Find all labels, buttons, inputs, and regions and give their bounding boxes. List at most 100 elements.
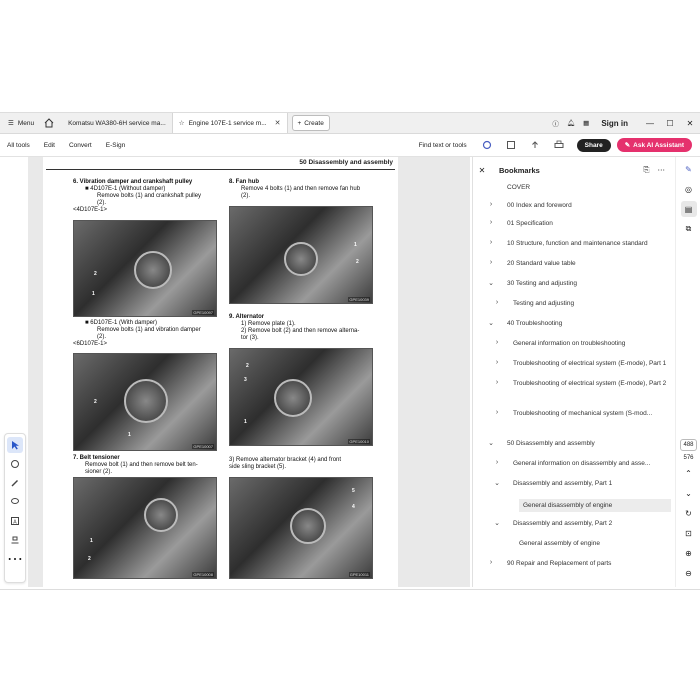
home-icon[interactable] (42, 113, 56, 133)
menu-button[interactable]: ☰ Menu (0, 113, 42, 133)
chevron-up-icon[interactable]: ⌃ (681, 465, 697, 481)
bookmark-label: 50 Disassembly and assembly (507, 440, 595, 447)
bookmark-item[interactable]: › Troubleshooting of mechanical system (S… (473, 409, 671, 418)
find-text-input[interactable]: Find text or tools (419, 142, 475, 149)
comment-icon[interactable] (7, 456, 23, 472)
chevron-right-icon[interactable]: › (486, 219, 496, 226)
chevron-right-icon[interactable]: › (492, 409, 502, 416)
tab-komatsu-manual[interactable]: Komatsu WA380-6H service ma... (62, 113, 173, 133)
close-tab-icon[interactable]: ✕ (275, 119, 281, 127)
toolbar-esign[interactable]: E-Sign (99, 142, 133, 149)
fit-page-icon[interactable]: ⊡ (681, 525, 697, 541)
ask-ai-assistant-button[interactable]: ✎ Ask AI Assistant (616, 138, 692, 152)
text-box-icon[interactable]: A (7, 513, 23, 529)
add-bookmark-icon[interactable]: ⎘ (644, 165, 650, 175)
bookmarks-title: Bookmarks (499, 165, 540, 175)
chevron-down-icon[interactable]: ⌄ (492, 479, 502, 487)
close-panel-icon[interactable]: ✕ (473, 166, 491, 175)
toolbar-convert[interactable]: Convert (62, 142, 99, 149)
sign-in-button[interactable]: Sign in (601, 119, 628, 128)
bookmarks-panel: ✕ Bookmarks ⎘ ⋯ COVER › 00 Index and forew… (472, 157, 675, 587)
print-icon[interactable] (553, 139, 565, 151)
chevron-right-icon[interactable]: › (492, 299, 502, 306)
svg-text:A: A (13, 520, 17, 526)
upload-icon[interactable] (529, 139, 541, 151)
maximize-icon[interactable]: ☐ (660, 119, 680, 128)
chevron-down-icon[interactable]: ⌄ (486, 279, 496, 287)
toolbar-all-tools[interactable]: All tools (0, 142, 37, 149)
bookmark-item[interactable]: ⌄ 30 Testing and adjusting (473, 279, 671, 288)
bookmark-item[interactable]: › Testing and adjusting (473, 299, 671, 308)
chevron-down-icon[interactable]: ⌄ (681, 485, 697, 501)
tab-engine-manual[interactable]: ☆ Engine 107E-1 service m... ✕ (172, 113, 288, 133)
create-button[interactable]: + Create (291, 115, 330, 131)
chevron-down-icon[interactable]: ⌄ (486, 319, 496, 327)
section-6-text-2: (2). (97, 200, 106, 206)
section-6-text-1: Remove bolts (1) and crankshaft pulley (97, 193, 202, 199)
chevron-down-icon[interactable]: ⌄ (492, 519, 502, 527)
chevron-right-icon[interactable]: › (486, 259, 496, 266)
page-number-field[interactable]: 488 (680, 439, 697, 451)
apps-grid-icon[interactable]: ▦ (583, 119, 589, 127)
photo-code: GPE10010 (348, 439, 370, 444)
bookmark-item[interactable]: › General information on disassembly and … (473, 459, 671, 468)
bookmark-item[interactable]: General disassembly of engine (473, 499, 671, 512)
section-6-title: 6. Vibration damper and crankshaft pulle… (73, 179, 193, 185)
bookmark-options-icon[interactable]: ⋯ (658, 165, 666, 175)
lasso-icon[interactable] (7, 494, 23, 510)
pdf-page: 50 Disassembly and assembly 6. Vibration… (43, 157, 398, 587)
section-9-text-2: 2) Remove bolt (2) and then remove alter… (241, 328, 360, 334)
star-icon[interactable]: ☆ (179, 119, 185, 127)
share-button[interactable]: Share (576, 138, 611, 152)
bookmark-item[interactable]: General assembly of engine (473, 539, 671, 548)
document-view[interactable]: 50 Disassembly and assembly 6. Vibration… (28, 157, 470, 587)
chevron-right-icon[interactable]: › (492, 339, 502, 346)
select-cursor-icon[interactable] (7, 437, 23, 453)
ai-assistant-icon: ✎ (624, 142, 631, 149)
chevron-right-icon[interactable]: › (486, 239, 496, 246)
save-icon[interactable] (505, 139, 517, 151)
zoom-out-icon[interactable]: ⊖ (681, 565, 697, 581)
chevron-right-icon[interactable]: › (492, 359, 502, 366)
minimize-icon[interactable]: — (640, 119, 660, 128)
bookmark-item[interactable]: › 00 Index and foreword (473, 201, 671, 210)
section-7-title: 7. Belt tensioner (73, 455, 120, 461)
help-icon[interactable]: ⓘ (552, 118, 559, 128)
zoom-in-icon[interactable]: ⊕ (681, 545, 697, 561)
copy-pages-icon[interactable]: ⧉ (681, 221, 697, 237)
stamp-icon[interactable] (7, 532, 23, 548)
bookmark-label: General disassembly of engine (519, 499, 671, 512)
bookmark-item[interactable]: › Troubleshooting of electrical system (E… (473, 379, 671, 388)
bookmark-label: 10 Structure, function and maintenance s… (507, 240, 648, 247)
ai-tools-icon[interactable] (481, 139, 493, 151)
bookmark-item[interactable]: ⌄ Disassembly and assembly, Part 1 (473, 479, 671, 488)
chevron-right-icon[interactable]: › (486, 201, 496, 208)
chevron-right-icon[interactable]: › (492, 459, 502, 466)
ai-tools-panel-icon[interactable]: ✎ (681, 161, 697, 177)
bookmark-item[interactable]: ⌄ Disassembly and assembly, Part 2 (473, 519, 671, 528)
bookmark-item[interactable]: › 20 Standard value table (473, 259, 671, 268)
chevron-right-icon[interactable]: › (486, 559, 496, 566)
menu-label: Menu (17, 119, 35, 127)
more-icon[interactable]: ⋯ (7, 551, 23, 568)
bookmarks-panel-icon[interactable]: ▤ (680, 201, 697, 217)
bookmark-item[interactable]: › General information on troubleshooting (473, 339, 671, 348)
bookmark-item[interactable]: › 90 Repair and Replacement of parts (473, 559, 671, 568)
toolbar-edit[interactable]: Edit (37, 142, 62, 149)
pen-icon[interactable] (7, 475, 23, 491)
close-window-icon[interactable]: ✕ (680, 119, 700, 128)
chevron-down-icon[interactable]: ⌄ (486, 439, 496, 447)
left-column-b: ■ 6D107E-1 (With damper) Remove bolts (1… (73, 320, 221, 348)
bookmark-item[interactable]: › 01 Specification (473, 219, 671, 228)
bookmark-item[interactable]: COVER (473, 183, 671, 192)
chevron-right-icon[interactable]: › (492, 379, 502, 386)
rotate-icon[interactable]: ↻ (681, 505, 697, 521)
bell-icon[interactable]: 🔔︎ (567, 119, 575, 127)
comments-panel-icon[interactable]: ◎ (681, 181, 697, 197)
bookmark-item[interactable]: › Troubleshooting of electrical system (E… (473, 359, 671, 368)
bookmark-item[interactable]: › 10 Structure, function and maintenance … (473, 239, 671, 248)
bookmark-label: 40 Troubleshooting (507, 320, 563, 327)
section-9-text-4: 3) Remove alternator bracket (4) and fro… (229, 457, 342, 463)
bookmark-item[interactable]: ⌄ 40 Troubleshooting (473, 319, 671, 328)
bookmark-item[interactable]: ⌄ 50 Disassembly and assembly (473, 439, 671, 448)
